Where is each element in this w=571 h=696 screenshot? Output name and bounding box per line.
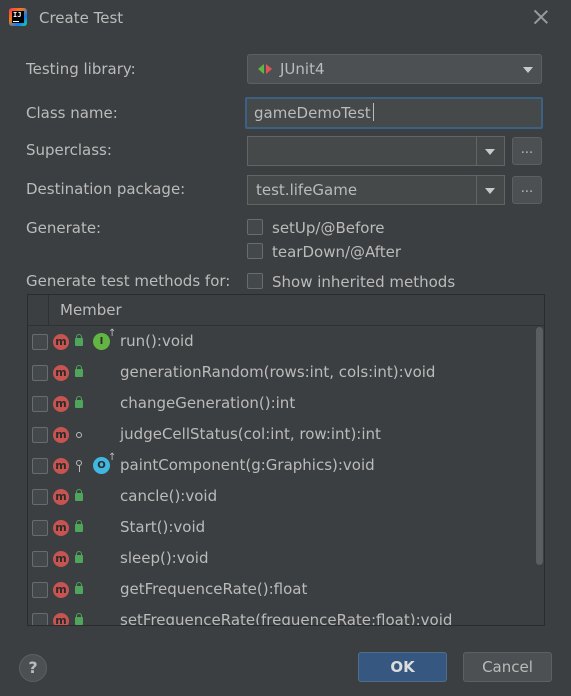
table-row[interactable]: m Start():void <box>28 512 532 543</box>
method-icon: m <box>53 582 69 598</box>
show-inherited-checkbox[interactable] <box>247 273 263 289</box>
superclass-label: Superclass: <box>26 141 112 159</box>
public-lock-icon <box>75 613 83 625</box>
method-icon: m <box>53 613 69 625</box>
public-lock-icon <box>75 365 83 377</box>
member-name: getFrequenceRate():float <box>120 580 308 598</box>
row-checkbox[interactable] <box>32 520 48 536</box>
cancel-button[interactable]: Cancel <box>463 652 552 682</box>
row-checkbox[interactable] <box>32 551 48 567</box>
members-table: Member m I ↑ run():void m generationRand… <box>27 294 545 626</box>
row-checkbox[interactable] <box>32 334 48 350</box>
chevron-down-icon[interactable] <box>485 188 495 194</box>
class-name-input[interactable]: gameDemoTest <box>245 97 543 129</box>
scrollbar-thumb[interactable] <box>536 327 543 565</box>
text-caret <box>373 103 374 121</box>
row-checkbox[interactable] <box>32 613 48 625</box>
table-row[interactable]: m sleep():void <box>28 543 532 574</box>
intellij-logo-icon: IJ <box>9 8 27 26</box>
chevron-down-icon[interactable] <box>485 149 495 155</box>
member-name: paintComponent(g:Graphics):void <box>120 456 375 474</box>
table-scrollbar[interactable] <box>535 326 544 625</box>
row-checkbox[interactable] <box>32 458 48 474</box>
superclass-combo[interactable] <box>247 136 505 166</box>
member-name: Start():void <box>120 518 206 536</box>
table-header: Member <box>28 295 544 326</box>
table-row[interactable]: m cancle():void <box>28 481 532 512</box>
testing-library-label: Testing library: <box>26 60 136 78</box>
package-private-icon <box>76 432 82 438</box>
setup-checkbox[interactable] <box>247 219 263 235</box>
title-bar: IJ Create Test <box>0 0 571 36</box>
teardown-label[interactable]: tearDown/@After <box>272 243 401 261</box>
generate-methods-label: Generate test methods for: <box>26 272 231 290</box>
row-checkbox[interactable] <box>32 427 48 443</box>
public-lock-icon <box>75 396 83 408</box>
method-icon: m <box>53 427 69 443</box>
protected-key-icon <box>75 460 83 472</box>
row-checkbox[interactable] <box>32 396 48 412</box>
help-button[interactable]: ? <box>19 654 47 682</box>
destination-package-combo[interactable]: test.lifeGame <box>247 175 505 205</box>
setup-label[interactable]: setUp/@Before <box>272 219 385 237</box>
row-checkbox[interactable] <box>32 489 48 505</box>
table-row[interactable]: m changeGeneration():int <box>28 388 532 419</box>
superclass-browse-button[interactable]: ... <box>512 137 542 165</box>
testing-library-select[interactable]: JUnit4 <box>247 54 542 84</box>
table-row[interactable]: m I ↑ run():void <box>28 326 532 357</box>
public-lock-icon <box>75 551 83 563</box>
member-name: setFrequenceRate(frequenceRate:float):vo… <box>120 611 453 626</box>
method-icon: m <box>53 458 69 474</box>
row-checkbox[interactable] <box>32 582 48 598</box>
arrow-up-icon: ↑ <box>108 328 117 339</box>
arrow-up-icon: ↑ <box>108 452 117 463</box>
testing-library-value: JUnit4 <box>280 60 325 78</box>
method-icon: m <box>53 365 69 381</box>
member-name: judgeCellStatus(col:int, row:int):int <box>120 425 381 443</box>
table-row[interactable]: m setFrequenceRate(frequenceRate:float):… <box>28 605 532 626</box>
method-icon: m <box>53 551 69 567</box>
ok-button[interactable]: OK <box>358 652 447 682</box>
class-name-label: Class name: <box>26 104 118 122</box>
member-name: cancle():void <box>120 487 218 505</box>
public-lock-icon <box>75 520 83 532</box>
show-inherited-label[interactable]: Show inherited methods <box>272 273 455 291</box>
dialog-title: Create Test <box>39 9 124 27</box>
member-name: changeGeneration():int <box>120 394 296 412</box>
member-name: sleep():void <box>120 549 209 567</box>
table-row[interactable]: m judgeCellStatus(col:int, row:int):int <box>28 419 532 450</box>
close-icon[interactable] <box>530 6 552 28</box>
member-name: generationRandom(rows:int, cols:int):voi… <box>120 363 436 381</box>
destination-package-value: test.lifeGame <box>256 181 358 199</box>
teardown-checkbox[interactable] <box>247 243 263 259</box>
destination-package-label: Destination package: <box>26 180 186 198</box>
public-lock-icon <box>75 582 83 594</box>
method-icon: m <box>53 489 69 505</box>
method-icon: m <box>53 396 69 412</box>
junit-icon <box>258 62 272 76</box>
table-body: m I ↑ run():void m generationRandom(rows… <box>28 326 532 626</box>
method-icon: m <box>53 520 69 536</box>
member-name: run():void <box>120 332 194 350</box>
method-icon: m <box>53 334 69 350</box>
member-column-header[interactable]: Member <box>60 301 122 319</box>
generate-label: Generate: <box>26 219 102 237</box>
chevron-down-icon <box>523 67 533 73</box>
row-checkbox[interactable] <box>32 365 48 381</box>
table-row[interactable]: m generationRandom(rows:int, cols:int):v… <box>28 357 532 388</box>
table-row[interactable]: m getFrequenceRate():float <box>28 574 532 605</box>
destination-package-browse-button[interactable]: ... <box>512 176 542 204</box>
public-lock-icon <box>75 489 83 501</box>
table-row[interactable]: m O ↑ paintComponent(g:Graphics):void <box>28 450 532 481</box>
class-name-value: gameDemoTest <box>254 104 371 122</box>
public-lock-icon <box>75 334 83 346</box>
